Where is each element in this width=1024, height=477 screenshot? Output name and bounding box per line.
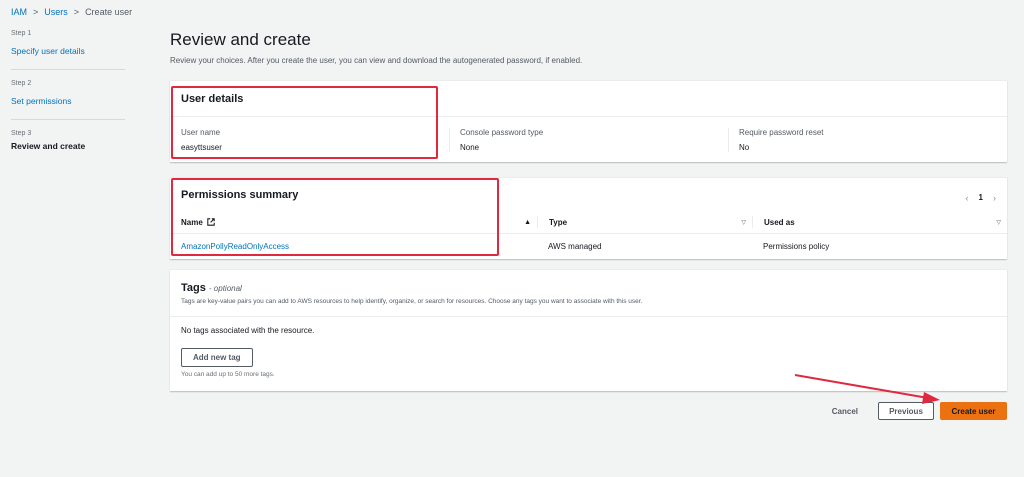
policy-link[interactable]: AmazonPollyReadOnlyAccess (181, 242, 289, 251)
step-number: Step 3 (11, 130, 32, 137)
previous-button[interactable]: Previous (878, 402, 934, 420)
field-user-name: User name easyttsuser (170, 128, 449, 152)
user-details-title: User details (170, 81, 1007, 117)
column-label: Type (549, 217, 568, 227)
user-details-fields: User name easyttsuser Console password t… (170, 117, 1007, 152)
step-link-specify-user-details[interactable]: Specify user details (11, 46, 85, 56)
tags-description: Tags are key-value pairs you can add to … (181, 298, 643, 305)
field-console-password-type: Console password type None (449, 128, 728, 152)
pagination: ‹ 1 › (966, 193, 996, 203)
breadcrumb-separator: > (73, 7, 80, 17)
column-header-name[interactable]: Name ▲ (170, 211, 537, 233)
tags-optional-label: - optional (208, 284, 242, 293)
sort-icon[interactable]: ▽ (741, 219, 746, 226)
cancel-button[interactable]: Cancel (826, 407, 864, 416)
page-title: Review and create (170, 30, 311, 49)
table-header: Name ▲ Type ▽ Used as ▽ (170, 211, 1007, 234)
sort-ascending-icon[interactable]: ▲ (524, 219, 531, 226)
breadcrumb-current: Create user (85, 7, 133, 17)
field-label: User name (181, 128, 221, 137)
field-label: Require password reset (739, 128, 824, 137)
tags-panel: Tags - optional Tags are key-value pairs… (170, 269, 1007, 391)
user-details-panel: User details User name easyttsuser Conso… (170, 80, 1007, 162)
tags-title: Tags - optional (181, 282, 996, 294)
tags-empty-text: No tags associated with the resource. (181, 326, 315, 335)
field-value: None (460, 143, 480, 152)
field-label: Console password type (460, 128, 544, 137)
cell-type: AWS managed (548, 241, 602, 251)
permissions-header: Permissions summary ‹ 1 › (170, 178, 1007, 211)
wizard-actions: Cancel Previous Create user (826, 402, 1007, 420)
step-link-set-permissions[interactable]: Set permissions (11, 96, 71, 106)
table-row: AmazonPollyReadOnlyAccess AWS managed Pe… (170, 234, 1007, 258)
step-3: Step 3 Review and create (11, 130, 125, 161)
column-header-used-as[interactable]: Used as ▽ (752, 216, 1007, 228)
sort-icon[interactable]: ▽ (996, 219, 1001, 226)
breadcrumb: IAM > Users > Create user (11, 7, 132, 17)
create-user-button[interactable]: Create user (940, 402, 1007, 420)
page-description: Review your choices. After you create th… (170, 56, 583, 65)
step-2: Step 2 Set permissions (11, 80, 125, 120)
field-value: No (739, 143, 750, 152)
tags-body: No tags associated with the resource. Ad… (170, 317, 1007, 387)
step-current-review-and-create: Review and create (11, 141, 86, 151)
permissions-title: Permissions summary (181, 188, 299, 201)
step-number: Step 2 (11, 80, 32, 87)
tags-limit-text: You can add up to 50 more tags. (181, 371, 275, 378)
breadcrumb-separator: > (33, 7, 39, 17)
breadcrumb-users[interactable]: Users (44, 7, 68, 17)
breadcrumb-iam[interactable]: IAM (11, 7, 27, 17)
page-number[interactable]: 1 (979, 193, 983, 202)
column-label: Name (181, 217, 203, 227)
wizard-steps: Step 1 Specify user details Step 2 Set p… (11, 30, 125, 171)
chevron-left-icon[interactable]: ‹ (966, 193, 969, 203)
external-link-icon (207, 218, 215, 226)
tags-title-text: Tags (181, 282, 206, 294)
field-require-password-reset: Require password reset No (728, 128, 1007, 152)
cell-name: AmazonPollyReadOnlyAccess (170, 242, 537, 251)
field-value: easyttsuser (181, 143, 222, 152)
column-header-type[interactable]: Type ▽ (537, 216, 752, 228)
step-number: Step 1 (11, 30, 32, 37)
cell-used-as: Permissions policy (763, 241, 830, 251)
tags-header: Tags - optional Tags are key-value pairs… (170, 270, 1007, 317)
column-label: Used as (764, 217, 795, 227)
add-new-tag-button[interactable]: Add new tag (181, 348, 253, 367)
permissions-summary-panel: Permissions summary ‹ 1 › Name ▲ Type ▽ … (170, 177, 1007, 259)
chevron-right-icon[interactable]: › (993, 193, 996, 203)
step-1: Step 1 Specify user details (11, 30, 125, 70)
